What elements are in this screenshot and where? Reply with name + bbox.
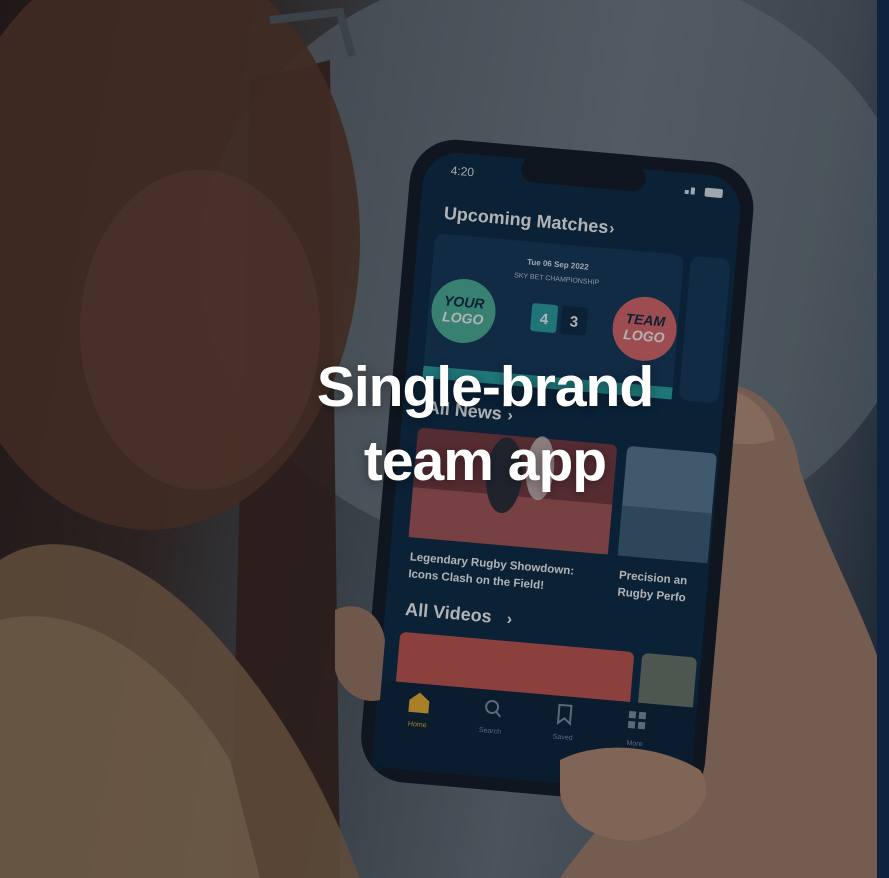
- hero-image: 4:20 Upcoming Matches › Tue 06 Sep 2022 …: [0, 0, 889, 878]
- headline: Single-brand team app: [0, 350, 889, 498]
- headline-line-1: Single-brand: [316, 355, 654, 419]
- headline-line-2: team app: [363, 429, 607, 493]
